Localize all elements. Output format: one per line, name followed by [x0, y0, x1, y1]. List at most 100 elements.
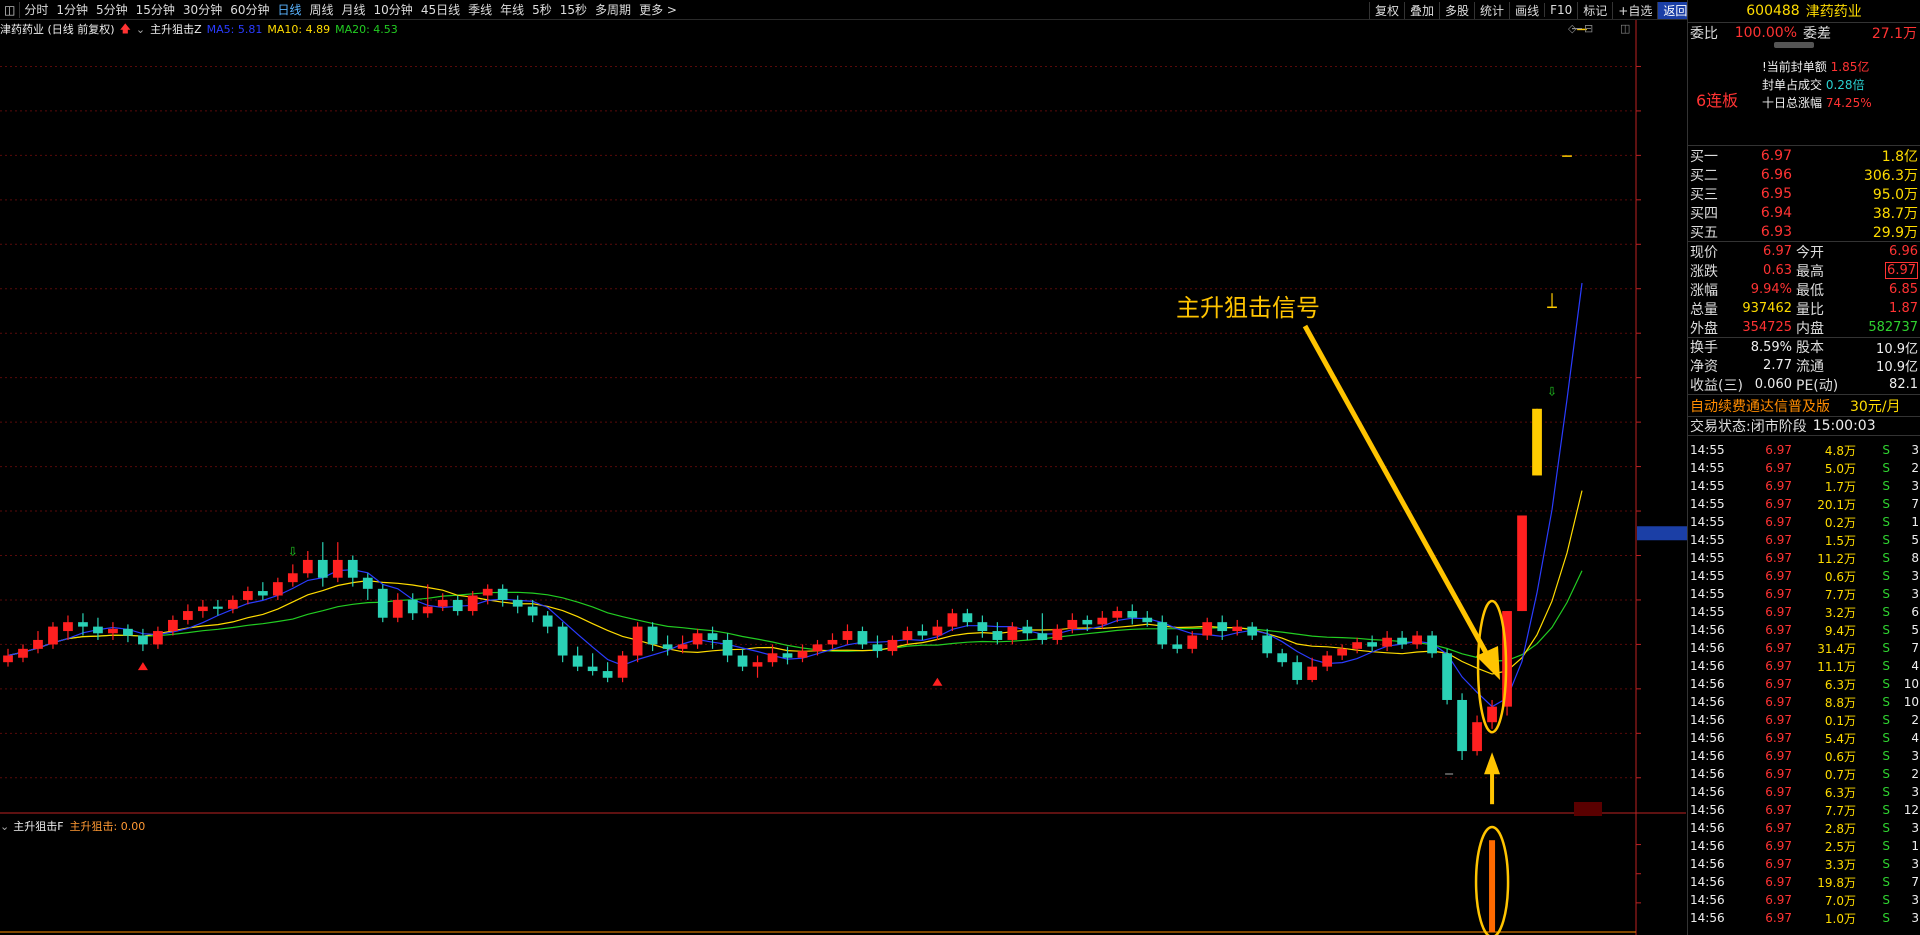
period-tab[interactable]: 15秒: [556, 1, 591, 18]
trade-time: 14:56: [1690, 641, 1725, 655]
trade-time: 14:55: [1690, 515, 1725, 529]
bid-row[interactable]: 买一 6.97 1.8亿: [1688, 146, 1920, 165]
kline-chart[interactable]: ⇩ ⇩ ◇ ⊟ ◫: [0, 20, 1687, 935]
signal-up-arrow-icon: [1484, 752, 1501, 775]
toolbar-menu-icon[interactable]: ◫: [0, 3, 19, 17]
right-toolbar: 复权 叠加 多股 统计 画线 F10 标记 +自选 返回: [1369, 0, 1693, 20]
candle-body: [1067, 619, 1078, 629]
trade-count: 3: [1911, 857, 1919, 871]
trade-count: 3: [1911, 587, 1919, 601]
candle-body: [227, 599, 238, 609]
stat-label: !当前封单额: [1762, 60, 1827, 74]
quote-value: 8.59%: [1750, 339, 1792, 355]
candle-body: [1157, 622, 1168, 645]
trade-row: 14:56 6.97 1.0万 S 3: [1688, 909, 1920, 927]
bid-row[interactable]: 买三 6.95 95.0万: [1688, 184, 1920, 203]
right-tool-button[interactable]: 复权: [1369, 1, 1404, 19]
sub-indicator-name[interactable]: 主升狙击F: [13, 818, 63, 834]
period-tab[interactable]: 30分钟: [179, 1, 226, 18]
trade-volume: 8.8万: [1824, 695, 1856, 710]
trade-row: 14:56 6.97 2.8万 S 3: [1688, 819, 1920, 837]
period-tab[interactable]: 10分钟: [370, 1, 417, 18]
trade-side: S: [1882, 677, 1890, 691]
quote-label: 换手: [1690, 340, 1718, 356]
trade-time: 14:55: [1690, 497, 1725, 511]
trade-time: 14:56: [1690, 803, 1725, 817]
quote-label: 量比: [1796, 301, 1824, 318]
trade-volume: 19.8万: [1817, 875, 1856, 890]
trade-side: S: [1882, 731, 1890, 745]
weibi-label: 委比: [1690, 25, 1718, 42]
period-tab[interactable]: 45日线: [417, 1, 464, 18]
trade-time: 14:55: [1690, 587, 1725, 601]
right-tool-button[interactable]: F10: [1544, 3, 1577, 17]
period-tab[interactable]: 多周期: [591, 1, 635, 18]
promo-text[interactable]: 自动续费通达信普及版: [1688, 396, 1850, 416]
candle-body: [63, 622, 73, 632]
candle-body: [407, 599, 418, 614]
candle-body: [932, 626, 943, 636]
trade-volume: 1.5万: [1824, 533, 1856, 548]
trade-side: S: [1882, 461, 1890, 475]
candle-body: [1292, 662, 1303, 680]
trade-price: 6.97: [1765, 785, 1792, 799]
period-tab[interactable]: 日线: [273, 1, 305, 18]
quote-label: 今开: [1796, 244, 1824, 261]
trade-count: 3: [1911, 479, 1919, 493]
period-tab[interactable]: 月线: [338, 1, 370, 18]
scroll-grip[interactable]: [1774, 42, 1814, 48]
trade-count: 1: [1911, 515, 1919, 529]
candle-body: [737, 655, 748, 667]
candle-body: [362, 577, 373, 589]
right-tool-button[interactable]: 多股: [1439, 1, 1474, 19]
candle-body: [1247, 626, 1258, 636]
candle-body: [767, 653, 778, 663]
sub-indicator-value: 主升狙击: 0.00: [69, 820, 146, 833]
period-tab[interactable]: 5秒: [528, 1, 556, 18]
bid-row[interactable]: 买五 6.93 29.9万: [1688, 222, 1920, 241]
promo-price[interactable]: 30元/月: [1850, 396, 1901, 416]
candle-body: [962, 613, 973, 623]
quote-value: 6.96: [1889, 244, 1918, 259]
trade-count: 3: [1911, 911, 1919, 925]
quote-value: 0.060: [1754, 377, 1792, 392]
trade-price: 6.97: [1765, 623, 1792, 637]
right-tool-button[interactable]: 画线: [1509, 1, 1544, 19]
trade-row: 14:56 6.97 0.7万 S 2: [1688, 765, 1920, 783]
candle-body: [557, 626, 568, 656]
right-tool-button[interactable]: +自选: [1612, 1, 1657, 19]
trade-side: S: [1882, 587, 1890, 601]
right-tool-button[interactable]: 统计: [1474, 1, 1509, 19]
period-tab[interactable]: 1分钟: [52, 1, 92, 18]
period-tab[interactable]: 5分钟: [92, 1, 132, 18]
candle-body: [332, 559, 343, 578]
bid-volume: 29.9万: [1872, 224, 1918, 241]
candle-body: [692, 633, 703, 645]
right-tool-button[interactable]: 叠加: [1404, 1, 1439, 19]
bid-row[interactable]: 买二 6.96 306.3万: [1688, 165, 1920, 184]
quote-row: 现价 6.97 今开 6.96: [1688, 242, 1920, 261]
trade-volume: 0.6万: [1824, 569, 1856, 584]
trade-time: 14:55: [1690, 533, 1725, 547]
period-tab[interactable]: 15分钟: [132, 1, 179, 18]
bid-row[interactable]: 买四 6.94 38.7万: [1688, 203, 1920, 222]
period-tab[interactable]: 60分钟: [226, 1, 273, 18]
candle-body: [347, 559, 358, 578]
trade-price: 6.97: [1765, 533, 1792, 547]
period-tab[interactable]: 周线: [306, 1, 338, 18]
sub-chevron-icon[interactable]: ⌄: [0, 820, 9, 833]
right-tool-button[interactable]: 标记: [1577, 1, 1612, 19]
candle-body: [183, 611, 193, 620]
trade-price: 6.97: [1765, 911, 1792, 925]
quote-panel: 600488 津药药业 委比 100.00% 委差 27.1万 6连板 !当前封…: [1687, 0, 1920, 935]
promo-row[interactable]: 自动续费通达信普及版 30元/月: [1688, 394, 1920, 416]
quote-label: 涨幅: [1690, 282, 1718, 299]
period-tab[interactable]: 分时: [20, 1, 52, 18]
sell-arrow-icon: ⇩: [288, 544, 298, 558]
candle-body: [527, 606, 538, 616]
period-tab[interactable]: 更多 >: [635, 1, 681, 18]
period-tab[interactable]: 年线: [496, 1, 528, 18]
trade-price: 6.97: [1765, 839, 1792, 853]
trade-row: 14:56 6.97 7.7万 S 12: [1688, 801, 1920, 819]
period-tab[interactable]: 季线: [464, 1, 496, 18]
